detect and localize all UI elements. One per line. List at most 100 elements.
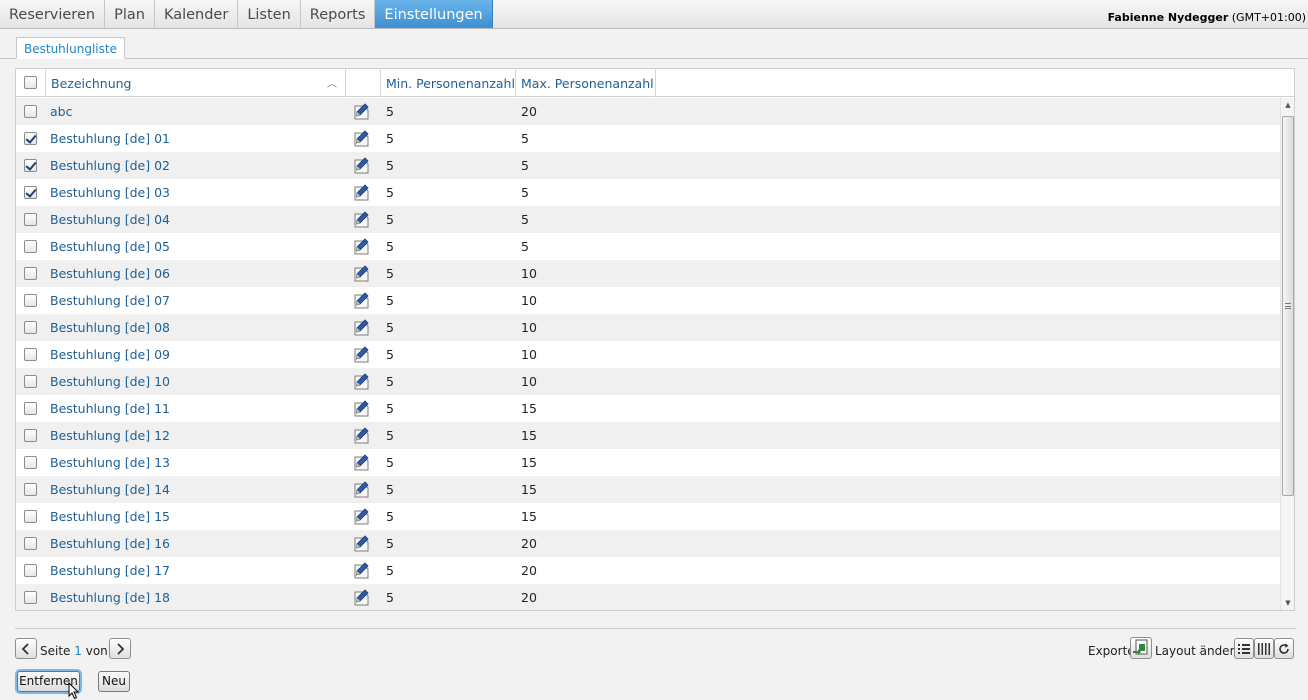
row-name-link[interactable]: Bestuhlung [de] 08 — [50, 314, 170, 341]
row-checkbox[interactable] — [24, 483, 37, 496]
row-name-link[interactable]: Bestuhlung [de] 11 — [50, 395, 170, 422]
sort-ascending-icon: ︿ — [327, 79, 337, 90]
row-checkbox[interactable] — [24, 402, 37, 415]
row-checkbox[interactable] — [24, 294, 37, 307]
edit-pencil-icon[interactable] — [352, 452, 372, 472]
edit-pencil-icon[interactable] — [352, 398, 372, 418]
table-row[interactable]: Bestuhlung [de] 18 5 20 — [16, 584, 1280, 610]
row-checkbox[interactable] — [24, 186, 37, 199]
scroll-down-arrow-icon[interactable]: ▼ — [1281, 596, 1294, 610]
edit-pencil-icon[interactable] — [352, 128, 372, 148]
table-row[interactable]: Bestuhlung [de] 06 5 10 — [16, 260, 1280, 287]
row-checkbox[interactable] — [24, 456, 37, 469]
edit-pencil-icon[interactable] — [352, 263, 372, 283]
row-checkbox[interactable] — [24, 105, 37, 118]
table-row[interactable]: Bestuhlung [de] 15 5 15 — [16, 503, 1280, 530]
list-view-button[interactable] — [1234, 638, 1254, 659]
row-name-link[interactable]: Bestuhlung [de] 07 — [50, 287, 170, 314]
row-checkbox[interactable] — [24, 564, 37, 577]
row-checkbox[interactable] — [24, 375, 37, 388]
row-name-link[interactable]: Bestuhlung [de] 02 — [50, 152, 170, 179]
table-row[interactable]: Bestuhlung [de] 11 5 15 — [16, 395, 1280, 422]
edit-pencil-icon[interactable] — [352, 506, 372, 526]
table-row[interactable]: Bestuhlung [de] 13 5 15 — [16, 449, 1280, 476]
edit-pencil-icon[interactable] — [352, 101, 372, 121]
table-row[interactable]: Bestuhlung [de] 17 5 20 — [16, 557, 1280, 584]
row-name-link[interactable]: Bestuhlung [de] 15 — [50, 503, 170, 530]
table-row[interactable]: Bestuhlung [de] 03 5 5 — [16, 179, 1280, 206]
tab-einstellungen[interactable]: Einstellungen — [375, 0, 493, 28]
edit-pencil-icon[interactable] — [352, 317, 372, 337]
column-header-min[interactable]: Min. Personenanzahl — [381, 69, 516, 97]
edit-pencil-icon[interactable] — [352, 479, 372, 499]
row-checkbox[interactable] — [24, 510, 37, 523]
row-name-link[interactable]: Bestuhlung [de] 04 — [50, 206, 170, 233]
edit-pencil-icon[interactable] — [352, 587, 372, 607]
scrollbar-thumb[interactable] — [1282, 116, 1294, 496]
row-name-link[interactable]: Bestuhlung [de] 05 — [50, 233, 170, 260]
column-view-button[interactable] — [1254, 638, 1274, 659]
edit-pencil-icon[interactable] — [352, 155, 372, 175]
table-row[interactable]: Bestuhlung [de] 16 5 20 — [16, 530, 1280, 557]
table-row[interactable]: Bestuhlung [de] 10 5 10 — [16, 368, 1280, 395]
row-name-link[interactable]: Bestuhlung [de] 17 — [50, 557, 170, 584]
tab-reservieren[interactable]: Reservieren — [0, 0, 106, 28]
vertical-scrollbar[interactable]: ▲ ▼ — [1280, 98, 1294, 610]
edit-pencil-icon[interactable] — [352, 344, 372, 364]
row-name-link[interactable]: Bestuhlung [de] 01 — [50, 125, 170, 152]
scroll-up-arrow-icon[interactable]: ▲ — [1281, 98, 1294, 113]
next-page-button[interactable] — [109, 638, 131, 659]
table-row[interactable]: Bestuhlung [de] 09 5 10 — [16, 341, 1280, 368]
current-page[interactable]: 1 — [74, 644, 82, 658]
tab-plan[interactable]: Plan — [105, 0, 155, 28]
export-button[interactable] — [1130, 637, 1152, 659]
row-name-link[interactable]: Bestuhlung [de] 14 — [50, 476, 170, 503]
column-header-bezeichnung[interactable]: Bezeichnung ︿ — [46, 69, 346, 97]
tab-kalender[interactable]: Kalender — [155, 0, 239, 28]
row-checkbox[interactable] — [24, 159, 37, 172]
row-checkbox[interactable] — [24, 267, 37, 280]
row-checkbox[interactable] — [24, 348, 37, 361]
row-name-link[interactable]: Bestuhlung [de] 03 — [50, 179, 170, 206]
row-name-link[interactable]: Bestuhlung [de] 10 — [50, 368, 170, 395]
row-name-link[interactable]: Bestuhlung [de] 16 — [50, 530, 170, 557]
edit-pencil-icon[interactable] — [352, 533, 372, 553]
row-checkbox[interactable] — [24, 240, 37, 253]
table-row[interactable]: Bestuhlung [de] 04 5 5 — [16, 206, 1280, 233]
edit-pencil-icon[interactable] — [352, 209, 372, 229]
row-name-link[interactable]: Bestuhlung [de] 18 — [50, 584, 170, 610]
table-row[interactable]: Bestuhlung [de] 14 5 15 — [16, 476, 1280, 503]
row-checkbox[interactable] — [24, 321, 37, 334]
prev-page-button[interactable] — [15, 638, 37, 659]
table-row[interactable]: Bestuhlung [de] 02 5 5 — [16, 152, 1280, 179]
subtab-bestuhlungliste[interactable]: Bestuhlungliste — [16, 37, 125, 59]
table-row[interactable]: Bestuhlung [de] 07 5 10 — [16, 287, 1280, 314]
edit-pencil-icon[interactable] — [352, 425, 372, 445]
row-name-link[interactable]: Bestuhlung [de] 12 — [50, 422, 170, 449]
row-name-link[interactable]: Bestuhlung [de] 13 — [50, 449, 170, 476]
column-header-max[interactable]: Max. Personenanzahl — [516, 69, 656, 97]
row-name-link[interactable]: abc — [50, 98, 72, 125]
new-button[interactable]: Neu — [98, 671, 130, 692]
table-row[interactable]: Bestuhlung [de] 05 5 5 — [16, 233, 1280, 260]
row-checkbox[interactable] — [24, 132, 37, 145]
refresh-button[interactable] — [1274, 638, 1294, 659]
edit-pencil-icon[interactable] — [352, 560, 372, 580]
table-row[interactable]: abc 5 20 — [16, 98, 1280, 125]
row-name-link[interactable]: Bestuhlung [de] 06 — [50, 260, 170, 287]
row-checkbox[interactable] — [24, 537, 37, 550]
tab-reports[interactable]: Reports — [301, 0, 376, 28]
edit-pencil-icon[interactable] — [352, 371, 372, 391]
row-name-link[interactable]: Bestuhlung [de] 09 — [50, 341, 170, 368]
table-row[interactable]: Bestuhlung [de] 08 5 10 — [16, 314, 1280, 341]
row-checkbox[interactable] — [24, 213, 37, 226]
edit-pencil-icon[interactable] — [352, 290, 372, 310]
edit-pencil-icon[interactable] — [352, 182, 372, 202]
tab-listen[interactable]: Listen — [238, 0, 301, 28]
edit-pencil-icon[interactable] — [352, 236, 372, 256]
select-all-checkbox[interactable] — [24, 76, 37, 89]
table-row[interactable]: Bestuhlung [de] 01 5 5 — [16, 125, 1280, 152]
row-checkbox[interactable] — [24, 591, 37, 604]
table-row[interactable]: Bestuhlung [de] 12 5 15 — [16, 422, 1280, 449]
row-checkbox[interactable] — [24, 429, 37, 442]
